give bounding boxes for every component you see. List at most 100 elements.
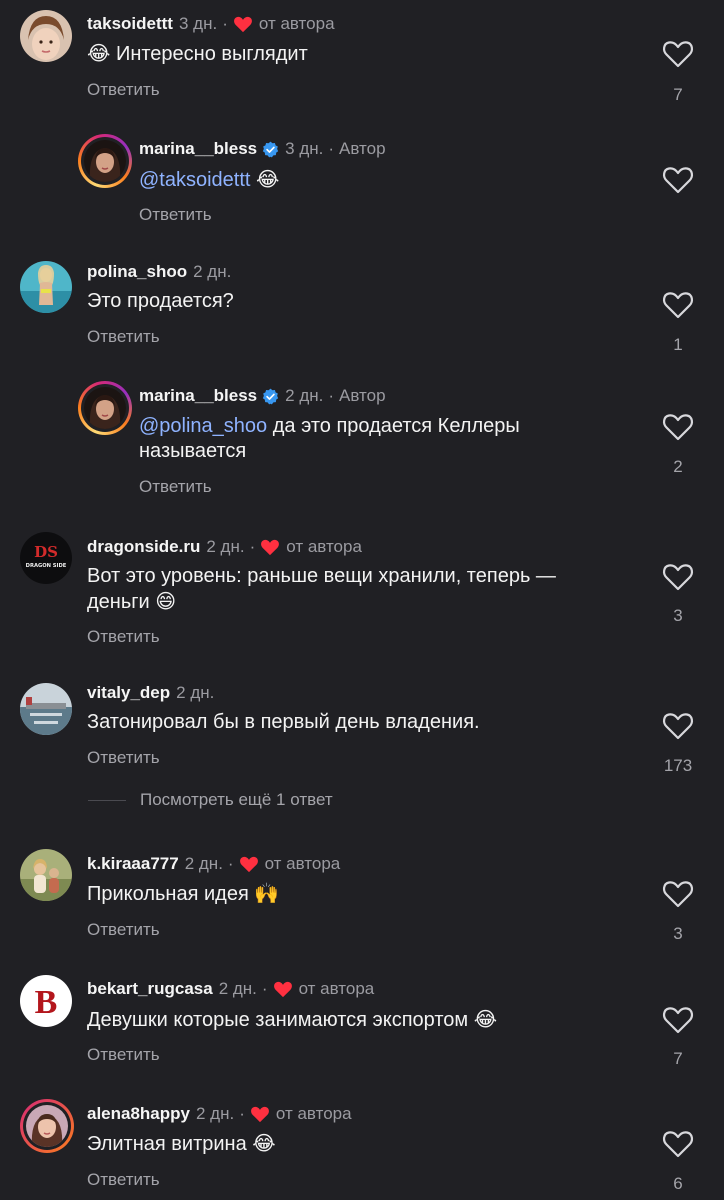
heart-outline-icon[interactable]	[662, 413, 694, 441]
verified-badge-icon	[262, 141, 279, 157]
username[interactable]: k.kiraaa777	[87, 854, 179, 874]
heart-outline-icon[interactable]	[662, 712, 694, 740]
comment-body-line2: называется	[139, 440, 247, 462]
reply-button[interactable]: Ответить	[139, 205, 212, 225]
separator: ·	[239, 1104, 245, 1123]
username[interactable]: vitaly_dep	[87, 683, 170, 703]
heart-outline-icon[interactable]	[662, 166, 694, 194]
like-count: 3	[673, 924, 683, 943]
comment-body: Прикольная идея	[87, 883, 249, 905]
comment-text: Это продается?	[87, 289, 627, 314]
comment-text: Прикольная идея 🙌	[87, 881, 627, 907]
comment-body-line1: Вот это уровень: раньше вещи хранили, те…	[87, 565, 556, 587]
author-label: Автор	[339, 139, 386, 158]
avatar[interactable]	[20, 1099, 74, 1153]
mention-link[interactable]: @polina_shoo	[139, 415, 267, 437]
laughing-emoji: 😂	[252, 1131, 276, 1155]
comment-text: @taksoidettt 😂	[139, 167, 679, 193]
username[interactable]: marina__bless	[139, 139, 257, 159]
like-count: 173	[663, 756, 693, 775]
timestamp: 2 дн.	[184, 854, 223, 873]
timestamp: 3 дн.	[178, 14, 218, 33]
like-count: 6	[673, 1174, 683, 1193]
view-more-replies-button[interactable]: Посмотреть ещё 1 ответ	[88, 790, 333, 810]
like-count: 7	[673, 85, 683, 104]
heart-outline-icon[interactable]	[662, 880, 694, 908]
laughing-emoji: 😂	[87, 41, 111, 65]
liked-by-author-label: от автора	[264, 854, 341, 873]
author-heart-icon	[273, 981, 292, 998]
avatar[interactable]: B	[20, 975, 72, 1027]
author-heart-icon	[261, 539, 280, 556]
comment-text: Элитная витрина 😂	[87, 1131, 627, 1157]
separator: ·	[222, 14, 228, 33]
verified-badge-icon	[262, 388, 279, 404]
username[interactable]: bekart_rugcasa	[87, 979, 213, 999]
avatar-logo-letter: B	[35, 984, 58, 1021]
heart-outline-icon[interactable]	[662, 1130, 694, 1158]
avatar[interactable]	[20, 683, 72, 735]
comment-body: Интересно выглядит	[115, 43, 308, 65]
laughing-emoji: 😂	[473, 1007, 498, 1031]
mention-link[interactable]: @taksoidettt	[139, 169, 250, 191]
raising-hands-emoji: 🙌	[254, 881, 280, 905]
username[interactable]: alena8happy	[87, 1104, 190, 1124]
heart-outline-icon[interactable]	[662, 563, 694, 591]
reply-button[interactable]: Ответить	[87, 80, 160, 100]
reply-button[interactable]: Ответить	[87, 1170, 160, 1190]
liked-by-author-label: от автора	[258, 14, 335, 33]
reply-button[interactable]: Ответить	[87, 920, 160, 940]
comment-text: Девушки которые занимаются экспортом 😂	[87, 1007, 627, 1033]
avatar[interactable]	[78, 381, 132, 435]
like-count: 3	[673, 606, 683, 625]
timestamp: 2 дн.	[176, 683, 215, 702]
author-label: Автор	[339, 386, 386, 405]
avatar[interactable]: DS DRAGON SIDE	[20, 532, 72, 584]
username[interactable]: marina__bless	[139, 386, 257, 406]
comment-body-line2: деньги	[87, 591, 150, 613]
heart-outline-icon[interactable]	[662, 291, 694, 319]
comment-text: Вот это уровень: раньше вещи хранили, те…	[87, 564, 627, 615]
username[interactable]: dragonside.ru	[87, 537, 200, 557]
reply-button[interactable]: Ответить	[87, 1045, 160, 1065]
author-heart-icon	[250, 1106, 269, 1123]
like-count: 2	[673, 457, 683, 476]
like-count: 1	[673, 335, 683, 354]
timestamp: 2 дн.	[196, 1104, 235, 1123]
author-heart-icon	[233, 16, 252, 33]
comment-body: Затонировал бы в первый день владения.	[87, 711, 480, 733]
comment-text: @polina_shoo да это продается Келлеры на…	[139, 414, 679, 464]
username[interactable]: polina_shoo	[87, 262, 187, 282]
avatar-logo-subtext: DRAGON SIDE	[26, 563, 67, 569]
comment-body-line1: да это продается Келлеры	[267, 415, 520, 437]
liked-by-author-label: от автора	[275, 1104, 352, 1123]
separator: ·	[227, 854, 234, 873]
heart-outline-icon[interactable]	[662, 40, 694, 68]
divider-line	[88, 799, 126, 801]
avatar[interactable]	[20, 10, 72, 62]
username[interactable]: taksoidettt	[87, 14, 173, 34]
reply-button[interactable]: Ответить	[87, 627, 160, 647]
like-count: 7	[673, 1049, 683, 1068]
separator: ·	[328, 386, 335, 405]
reply-button[interactable]: Ответить	[87, 327, 160, 347]
separator: ·	[328, 139, 335, 158]
comment-body: Это продается?	[87, 290, 234, 312]
avatar[interactable]	[20, 261, 72, 313]
timestamp: 3 дн.	[285, 139, 324, 158]
comment-body: Девушки которые занимаются экспортом	[87, 1009, 469, 1031]
timestamp: 2 дн.	[206, 537, 245, 556]
avatar[interactable]	[20, 849, 72, 901]
timestamp: 2 дн.	[218, 979, 257, 998]
laughing-emoji: 😂	[256, 167, 280, 191]
reply-button[interactable]: Ответить	[139, 477, 212, 497]
timestamp: 2 дн.	[193, 262, 232, 281]
reply-button[interactable]: Ответить	[87, 748, 160, 768]
timestamp: 2 дн.	[285, 386, 324, 405]
separator: ·	[249, 537, 256, 556]
heart-outline-icon[interactable]	[662, 1006, 694, 1034]
separator: ·	[261, 979, 268, 998]
avatar-logo-text: DS	[34, 543, 58, 561]
avatar[interactable]	[78, 134, 132, 188]
liked-by-author-label: от автора	[298, 979, 375, 998]
